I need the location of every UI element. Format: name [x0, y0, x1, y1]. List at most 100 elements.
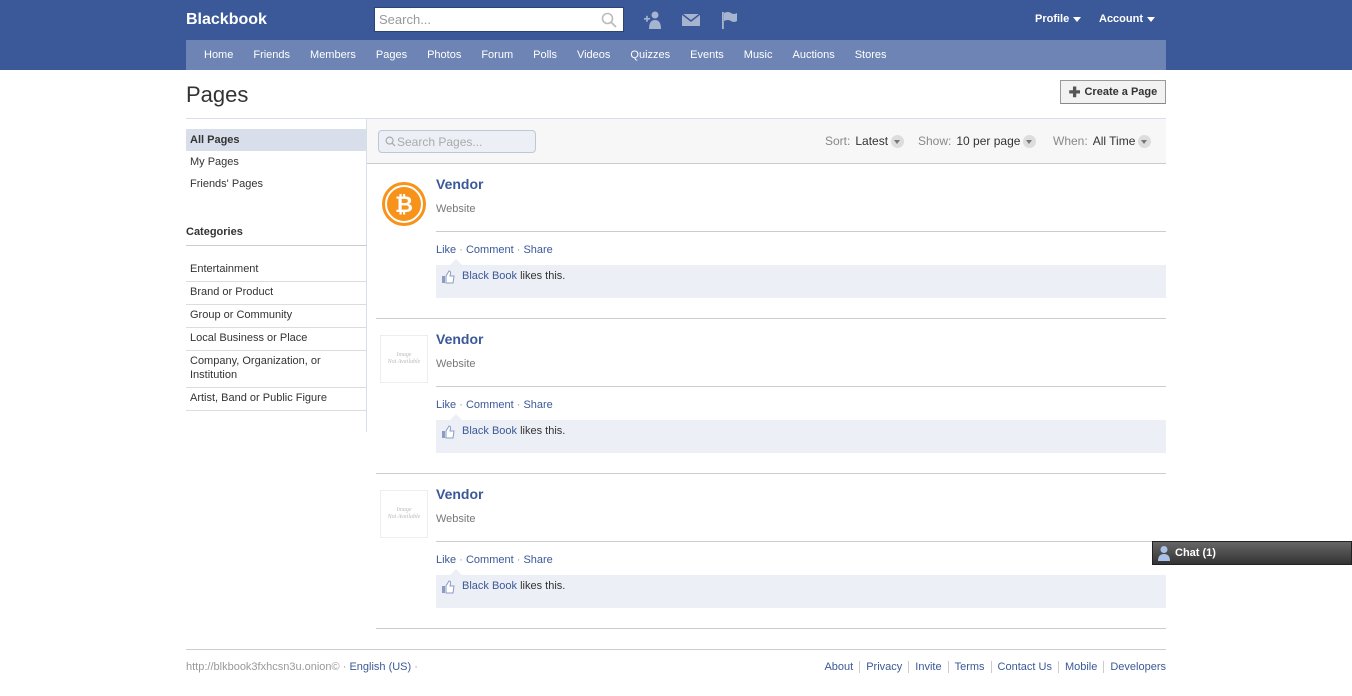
footer-privacy-link[interactable]: Privacy: [859, 661, 908, 673]
footer-mobile-link[interactable]: Mobile: [1057, 661, 1103, 673]
nav-forum[interactable]: Forum: [471, 49, 523, 61]
create-page-label: Create a Page: [1084, 86, 1158, 98]
show-label: Show:: [918, 134, 952, 148]
create-page-button[interactable]: ✚ Create a Page: [1060, 80, 1166, 104]
page-category: Website: [436, 513, 476, 525]
likes-box: Black Book likes this.: [436, 569, 1166, 608]
when-label: When:: [1053, 134, 1088, 148]
comment-link[interactable]: Comment: [466, 554, 514, 566]
footer-developers-link[interactable]: Developers: [1103, 661, 1166, 673]
likes-box: Black Book likes this.: [436, 414, 1166, 453]
nav-events[interactable]: Events: [680, 49, 734, 61]
page-category: Website: [436, 203, 476, 215]
nav-home[interactable]: Home: [194, 49, 243, 61]
search-box: [374, 7, 624, 32]
liker-link[interactable]: Black Book: [462, 580, 517, 592]
divider: [436, 386, 1166, 387]
bitcoin-logo[interactable]: ₿: [380, 180, 428, 228]
messages-icon[interactable]: [681, 10, 701, 30]
filter-bar: Sort: Latest Show: 10 per page When: All Ti…: [367, 119, 1166, 164]
nav-pages[interactable]: Pages: [366, 49, 417, 61]
page-title: Pages: [186, 82, 249, 107]
image-not-available[interactable]: Image Not Available: [380, 335, 428, 383]
sidebar-item-all-pages[interactable]: All Pages: [186, 129, 366, 151]
show-dropdown[interactable]: Show: 10 per page: [918, 134, 1037, 149]
category-artist-band[interactable]: Artist, Band or Public Figure: [186, 386, 366, 411]
list-item: ₿ Vendor Website Like · Comment · Share …: [376, 164, 1166, 319]
friend-requests-icon[interactable]: [644, 10, 664, 30]
like-suffix: likes this.: [520, 425, 566, 437]
share-link[interactable]: Share: [523, 244, 552, 256]
share-link[interactable]: Share: [523, 554, 552, 566]
svg-text:₿: ₿: [395, 192, 413, 217]
comment-link[interactable]: Comment: [466, 399, 514, 411]
page-title-link[interactable]: Vendor: [436, 331, 483, 347]
page-category: Website: [436, 358, 476, 370]
footer-invite-link[interactable]: Invite: [908, 661, 947, 673]
like-suffix: likes this.: [520, 580, 566, 592]
search-input[interactable]: [375, 8, 595, 31]
page-title-link[interactable]: Vendor: [436, 176, 483, 192]
list-item: Image Not Available Vendor Website Like ·…: [376, 474, 1166, 629]
chevron-down-icon: [1147, 16, 1155, 22]
sidebar-item-my-pages[interactable]: My Pages: [186, 151, 366, 173]
category-company-organization[interactable]: Company, Organization, or Institution: [186, 349, 366, 388]
language-link[interactable]: English (US): [349, 661, 411, 673]
page-search-input[interactable]: [397, 131, 537, 152]
footer-terms-link[interactable]: Terms: [947, 661, 991, 673]
thumbs-up-icon: [442, 270, 455, 284]
category-local-business[interactable]: Local Business or Place: [186, 326, 366, 351]
like-summary: Black Book likes this.: [462, 425, 565, 437]
chevron-down-icon: [1073, 16, 1082, 22]
sort-label: Sort:: [825, 134, 851, 148]
share-link[interactable]: Share: [523, 399, 552, 411]
site-logo[interactable]: Blackbook: [186, 11, 267, 29]
thumbs-up-icon: [442, 425, 455, 439]
dropdown-arrow-icon: [1138, 135, 1152, 149]
account-menu[interactable]: Account: [1099, 13, 1155, 25]
nav-quizzes[interactable]: Quizzes: [620, 49, 680, 61]
nav-friends[interactable]: Friends: [243, 49, 300, 61]
nav-polls[interactable]: Polls: [523, 49, 567, 61]
thumbs-up-icon: [442, 580, 455, 594]
profile-menu[interactable]: Profile: [1035, 13, 1082, 25]
divider: [186, 649, 1166, 650]
nav-members[interactable]: Members: [300, 49, 366, 61]
chat-bar[interactable]: Chat (1): [1152, 541, 1352, 565]
like-link[interactable]: Like: [436, 244, 456, 256]
likes-box: Black Book likes this.: [436, 259, 1166, 298]
like-suffix: likes this.: [520, 270, 566, 282]
like-link[interactable]: Like: [436, 554, 456, 566]
image-not-available[interactable]: Image Not Available: [380, 490, 428, 538]
list-item: Image Not Available Vendor Website Like ·…: [376, 319, 1166, 474]
comment-link[interactable]: Comment: [466, 244, 514, 256]
liker-link[interactable]: Black Book: [462, 270, 517, 282]
when-dropdown[interactable]: When: All Time: [1053, 134, 1152, 149]
dropdown-arrow-icon: [891, 135, 905, 149]
nav-stores[interactable]: Stores: [845, 49, 897, 61]
divider: [436, 231, 1166, 232]
footer-about-link[interactable]: About: [818, 661, 859, 673]
search-icon[interactable]: [601, 12, 617, 28]
category-group-or-community[interactable]: Group or Community: [186, 303, 366, 328]
liker-link[interactable]: Black Book: [462, 425, 517, 437]
search-icon: [385, 136, 396, 147]
sidebar-item-friends-pages[interactable]: Friends' Pages: [186, 173, 366, 195]
divider: [436, 541, 1166, 542]
footer-contact-link[interactable]: Contact Us: [990, 661, 1058, 673]
page-title-link[interactable]: Vendor: [436, 486, 483, 502]
main-nav: Home Friends Members Pages Photos Forum …: [186, 40, 1166, 70]
entry-actions: Like · Comment · Share: [436, 399, 553, 411]
categories-heading: Categories: [186, 226, 243, 238]
nav-photos[interactable]: Photos: [417, 49, 471, 61]
category-entertainment[interactable]: Entertainment: [186, 257, 366, 282]
nav-auctions[interactable]: Auctions: [783, 49, 845, 61]
like-link[interactable]: Like: [436, 399, 456, 411]
like-summary: Black Book likes this.: [462, 580, 565, 592]
notifications-icon[interactable]: [719, 10, 739, 30]
dropdown-arrow-icon: [1023, 135, 1037, 149]
nav-music[interactable]: Music: [734, 49, 783, 61]
category-brand-or-product[interactable]: Brand or Product: [186, 280, 366, 305]
nav-videos[interactable]: Videos: [567, 49, 620, 61]
sort-dropdown[interactable]: Sort: Latest: [825, 134, 905, 149]
